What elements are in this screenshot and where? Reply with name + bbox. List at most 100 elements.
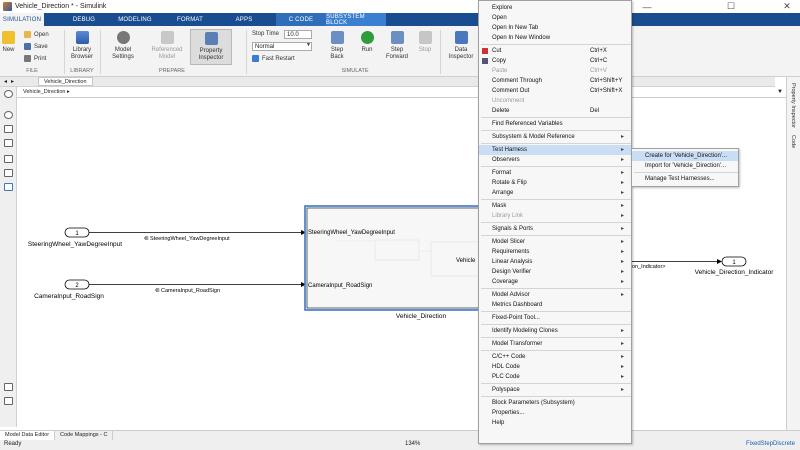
forward-arrow-icon[interactable]: ▸ (11, 78, 14, 85)
print-button[interactable]: Print (24, 55, 46, 62)
save-button[interactable]: Save (24, 43, 48, 50)
annotation-icon[interactable] (4, 155, 13, 163)
tab-apps[interactable]: APPS (228, 13, 260, 26)
menu-item-test-harness[interactable]: Test Harness ▸ (479, 145, 631, 155)
menu-item-subsystem-model-reference[interactable]: Subsystem & Model Reference ▸ (479, 132, 631, 142)
stop-time-label: Stop Time (252, 31, 280, 37)
stop-button[interactable]: Stop (416, 31, 434, 54)
right-side-panel: Property Inspector Code (786, 77, 800, 430)
zoom-icon[interactable] (4, 111, 13, 119)
submenu-arrow-icon: ▸ (621, 279, 625, 285)
submenu-arrow-icon: ▸ (621, 134, 625, 140)
run-button[interactable]: Run (356, 31, 378, 54)
library-browser-button[interactable]: Library Browser (68, 31, 96, 61)
close-button[interactable]: ✕ (776, 0, 798, 13)
menu-item-open-in-new-tab[interactable]: Open In New Tab (479, 23, 631, 33)
menu-item-model-transformer[interactable]: Model Transformer ▸ (479, 339, 631, 349)
new-button[interactable]: New (2, 31, 15, 54)
menu-item-shortcut: Ctrl+V (590, 68, 607, 74)
menu-item-help[interactable]: Help (479, 418, 631, 428)
menu-separator (481, 324, 631, 325)
menu-separator (481, 396, 631, 397)
menu-item-design-verifier[interactable]: Design Verifier ▸ (479, 267, 631, 277)
tab-subsystem-block[interactable]: SUBSYSTEM BLOCK (326, 13, 386, 26)
open-button[interactable]: Open (24, 31, 49, 38)
minimize-button[interactable]: — (636, 0, 658, 13)
menu-item-rotate-flip[interactable]: Rotate & Flip ▸ (479, 178, 631, 188)
tab-simulation[interactable]: SIMULATION (0, 13, 44, 26)
menu-item-copy[interactable]: Copy Ctrl+C (479, 56, 631, 66)
menu-item-hdl-code[interactable]: HDL Code ▸ (479, 362, 631, 372)
menu-item-explore[interactable]: Explore (479, 3, 631, 13)
menu-item-properties[interactable]: Properties... (479, 408, 631, 418)
property-inspector-button[interactable]: Property Inspector (190, 29, 232, 65)
menu-item-polyspace[interactable]: Polyspace ▸ (479, 385, 631, 395)
model-tab-vehicle-direction[interactable]: Vehicle_Direction (38, 77, 93, 86)
menu-item-uncomment[interactable]: Uncomment (479, 96, 631, 106)
area-icon[interactable] (4, 183, 13, 191)
menu-item-cut[interactable]: Cut Ctrl+X (479, 46, 631, 56)
referenced-model-button[interactable]: Referenced Model (148, 31, 186, 61)
submenu-item-create-for-vehicle-direction[interactable]: Create for 'Vehicle_Direction'... (632, 151, 738, 161)
save-label: Save (34, 43, 48, 50)
tab-modeling[interactable]: MODELING (112, 13, 158, 26)
stop-time-field[interactable]: 10.0 (284, 30, 312, 39)
menu-item-library-link[interactable]: Library Link ▸ (479, 211, 631, 221)
menu-item-comment-through[interactable]: Comment Through Ctrl+Shift+Y (479, 76, 631, 86)
model-browser-icon[interactable] (4, 383, 13, 391)
menu-item-linear-analysis[interactable]: Linear Analysis ▸ (479, 257, 631, 267)
status-bar: Ready 134% FixedStepDiscrete (0, 440, 800, 450)
menu-item-signals-ports[interactable]: Signals & Ports ▸ (479, 224, 631, 234)
property-inspector-tab[interactable]: Property Inspector (790, 83, 796, 128)
menu-item-format[interactable]: Format ▸ (479, 168, 631, 178)
expand-icon[interactable] (4, 397, 13, 405)
menu-item-fixed-point-tool[interactable]: Fixed-Point Tool... (479, 313, 631, 323)
submenu-item-manage-test-harnesses[interactable]: Manage Test Harnesses... (632, 174, 738, 184)
solver-link[interactable]: FixedStepDiscrete (746, 441, 795, 447)
menu-item-open[interactable]: Open (479, 13, 631, 23)
breadcrumb-path[interactable]: Vehicle_Direction ▸ (23, 89, 70, 95)
code-tab[interactable]: Code (790, 135, 796, 148)
menu-item-block-parameters-subsystem[interactable]: Block Parameters (Subsystem) (479, 398, 631, 408)
tab-format[interactable]: FORMAT (170, 13, 210, 26)
menu-item-comment-out[interactable]: Comment Out Ctrl+Shift+X (479, 86, 631, 96)
step-forward-button[interactable]: Step Forward (384, 31, 410, 61)
submenu-arrow-icon: ▸ (621, 249, 625, 255)
fit-to-view-icon[interactable] (4, 125, 13, 133)
chevron-down-icon[interactable]: ▼ (777, 89, 783, 95)
tab-model-data-editor[interactable]: Model Data Editor (0, 431, 56, 440)
menu-item-mask[interactable]: Mask ▸ (479, 201, 631, 211)
menu-item-delete[interactable]: Delete Del (479, 106, 631, 116)
menu-item-identify-modeling-clones[interactable]: Identify Modeling Clones ▸ (479, 326, 631, 336)
fast-restart-toggle[interactable]: Fast Restart (252, 55, 295, 62)
menu-item-requirements[interactable]: Requirements ▸ (479, 247, 631, 257)
submenu-item-import-for-vehicle-direction[interactable]: Import for 'Vehicle_Direction'... (632, 161, 738, 171)
step-forward-label: Step Forward (385, 47, 408, 60)
simulink-app-icon (3, 2, 12, 11)
tab-debug[interactable]: DEBUG (64, 13, 104, 26)
property-inspector-label: Property Inspector (198, 48, 224, 61)
arrow-icon[interactable] (4, 139, 13, 147)
back-arrow-icon[interactable]: ◂ (4, 78, 7, 85)
menu-item-paste[interactable]: Paste Ctrl+V (479, 66, 631, 76)
tab-code-mappings[interactable]: Code Mappings - C (55, 431, 114, 440)
menu-item-c-c-code[interactable]: C/C++ Code ▸ (479, 352, 631, 362)
data-inspector-button[interactable]: Data Inspector (446, 31, 476, 61)
menu-item-plc-code[interactable]: PLC Code ▸ (479, 372, 631, 382)
menu-item-model-advisor[interactable]: Model Advisor ▸ (479, 290, 631, 300)
menu-item-metrics-dashboard[interactable]: Metrics Dashboard (479, 300, 631, 310)
tab-c-code[interactable]: C CODE (276, 13, 326, 26)
hide-browser-icon[interactable] (4, 90, 13, 98)
submenu-arrow-icon: ▸ (621, 213, 625, 219)
menu-item-model-slicer[interactable]: Model Slicer ▸ (479, 237, 631, 247)
menu-item-open-in-new-window[interactable]: Open In New Window (479, 33, 631, 43)
menu-item-coverage[interactable]: Coverage ▸ (479, 277, 631, 287)
image-icon[interactable] (4, 169, 13, 177)
menu-item-find-referenced-variables[interactable]: Find Referenced Variables (479, 119, 631, 129)
simulation-mode-select[interactable]: Normal (252, 42, 312, 51)
maximize-button[interactable]: ☐ (720, 0, 742, 13)
model-settings-button[interactable]: Model Settings (108, 31, 138, 61)
menu-item-observers[interactable]: Observers ▸ (479, 155, 631, 165)
step-back-button[interactable]: Step Back (326, 31, 348, 61)
menu-item-arrange[interactable]: Arrange ▸ (479, 188, 631, 198)
